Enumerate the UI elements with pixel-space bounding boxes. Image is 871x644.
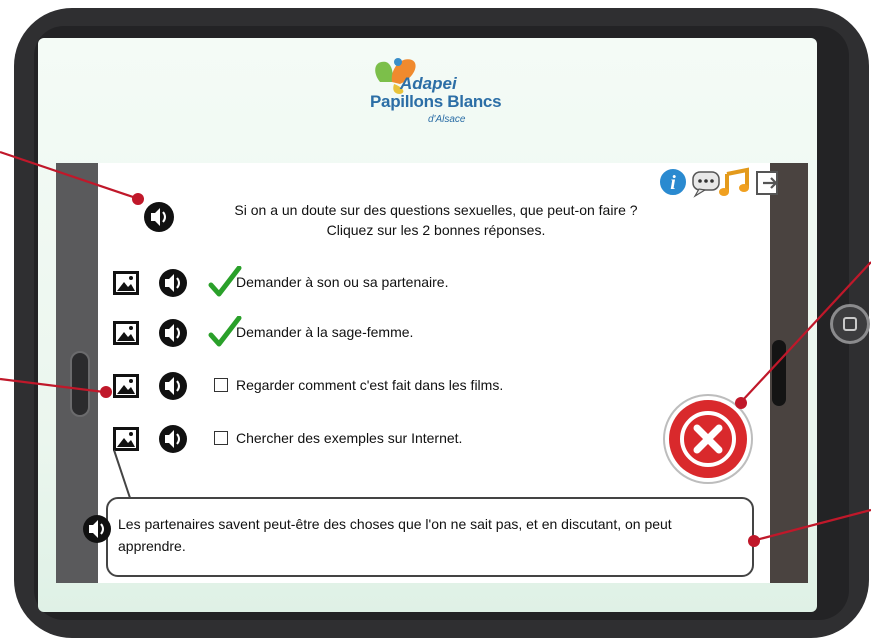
speaker-icon[interactable] (158, 268, 188, 298)
left-side-handle (70, 351, 90, 417)
logo-text-papillons-blancs: Papillons Blancs (370, 92, 502, 111)
feedback-text: Les partenaires savent peut-être des cho… (118, 516, 672, 554)
logo-text-adapei: Adapei (400, 74, 457, 93)
feedback-speaker-icon[interactable] (82, 514, 112, 544)
exit-icon[interactable] (756, 171, 778, 195)
right-side-handle (772, 340, 786, 406)
close-button[interactable] (661, 392, 755, 486)
answer-label: Demander à la sage-femme. (236, 324, 414, 340)
answer-label: Regarder comment c'est fait dans les fil… (236, 377, 504, 393)
svg-text:i: i (670, 172, 676, 194)
feedback-bubble: Les partenaires savent peut-être des cho… (106, 497, 754, 577)
instruction-line: Cliquez sur les 2 bonnes réponses. (326, 222, 546, 238)
answer-label: Chercher des exemples sur Internet. (236, 430, 463, 446)
music-icon[interactable] (719, 167, 749, 196)
logo-text-alsace: d'Alsace (428, 114, 466, 125)
question-text: Si on a un doute sur des questions sexue… (100, 200, 772, 240)
image-icon[interactable] (112, 320, 140, 346)
comment-icon[interactable] (692, 171, 720, 198)
speaker-icon[interactable] (158, 318, 188, 348)
info-icon[interactable]: i (658, 167, 688, 197)
answer-checkbox[interactable] (214, 431, 228, 445)
image-icon[interactable] (112, 270, 140, 296)
speaker-icon[interactable] (158, 371, 188, 401)
bubble-tail (113, 449, 158, 499)
answer-checkbox[interactable] (214, 378, 228, 392)
home-square-icon (843, 317, 857, 331)
home-button[interactable] (830, 304, 870, 344)
question-line: Si on a un doute sur des questions sexue… (234, 202, 638, 218)
image-icon[interactable] (112, 373, 140, 399)
answer-label: Demander à son ou sa partenaire. (236, 274, 449, 290)
app-logo: Adapei Papillons Blancs d'Alsace (370, 52, 510, 130)
